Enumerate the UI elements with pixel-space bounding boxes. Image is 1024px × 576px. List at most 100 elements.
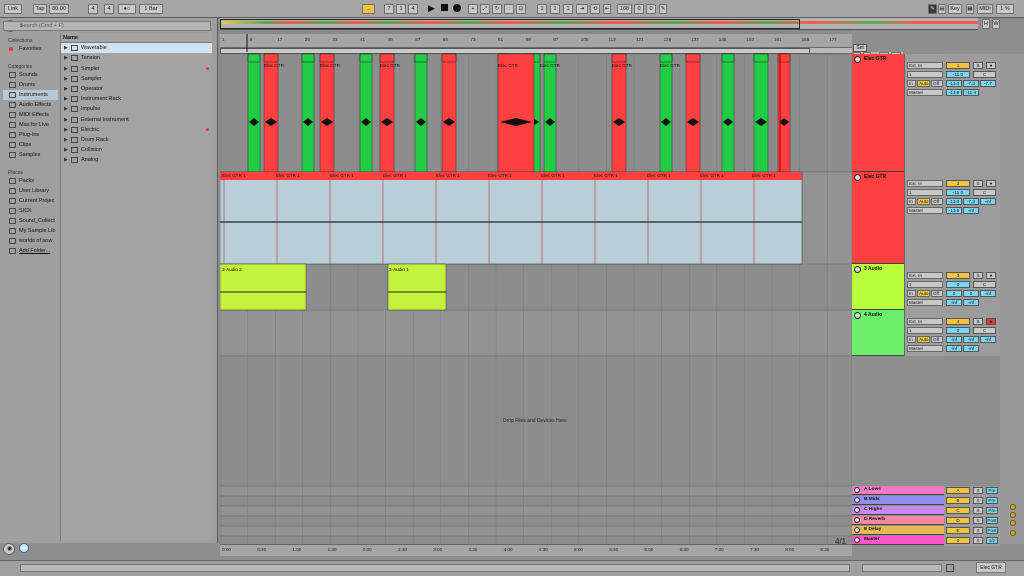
send-d-field[interactable]: -13.6 (946, 207, 962, 214)
list-item[interactable]: ▶ Simpler (61, 64, 212, 74)
arrangement-canvas[interactable] (220, 34, 852, 544)
output-select[interactable]: Master (907, 345, 943, 352)
solo-button[interactable]: S (973, 62, 983, 69)
solo-button[interactable]: S (973, 180, 983, 187)
volume-field[interactable]: 0 (946, 327, 970, 334)
send-mode-button[interactable]: Pre (986, 487, 998, 494)
send-b-field[interactable]: -7.3 (963, 198, 979, 205)
track-header[interactable]: Elec GTR (852, 172, 904, 264)
return-track-header[interactable]: Master (852, 536, 944, 545)
place-current-project[interactable]: Current Projec (3, 196, 58, 206)
loop-button[interactable]: ⟲ (590, 4, 600, 14)
input-channel-select[interactable]: 1 (907, 71, 943, 78)
track-activator-button[interactable]: 4 (946, 318, 970, 325)
send-d-field[interactable]: -inf (946, 345, 962, 352)
solo-button[interactable]: S (973, 318, 983, 325)
solo-button[interactable]: S (973, 272, 983, 279)
monitor-auto-button[interactable]: Auto (917, 198, 930, 205)
list-item[interactable]: ▶ Tension (61, 53, 212, 63)
track-header[interactable]: 4 Audio (852, 310, 904, 356)
input-channel-select[interactable]: 1 (907, 189, 943, 196)
monitor-auto-button[interactable]: Auto (917, 336, 930, 343)
send-mode-button[interactable]: Post (986, 517, 998, 524)
automation-arm-button[interactable]: ⤢ (480, 4, 490, 14)
input-type-select[interactable]: Ext. In (907, 318, 943, 325)
solo-button[interactable]: S (973, 527, 983, 534)
info-toggle-button[interactable]: ◉ (3, 543, 15, 555)
category-max-for-live[interactable]: Max for Live (3, 120, 58, 130)
signature-numerator[interactable]: 4 (88, 4, 98, 14)
send-a-field[interactable]: 0 (946, 290, 962, 297)
return-activator-button[interactable]: 0 (946, 537, 970, 544)
send-c-field[interactable]: -inf (980, 336, 996, 343)
send-e-field[interactable]: -inf (963, 345, 979, 352)
return-activator-button[interactable]: A (946, 487, 970, 494)
collection-favorites[interactable]: Favorites (3, 44, 58, 54)
arm-button[interactable]: ● (986, 180, 996, 187)
list-item[interactable]: ▶ Electric (61, 125, 212, 135)
monitor-off-button[interactable]: Off (931, 80, 943, 87)
set-button[interactable]: Set (853, 44, 867, 52)
tempo-field[interactable]: 80.00 (49, 4, 69, 14)
arm-button[interactable]: ● (986, 62, 996, 69)
monitor-off-button[interactable]: Off (931, 336, 943, 343)
volume-field[interactable]: -11.0 (946, 189, 970, 196)
track-activator-icon[interactable] (854, 527, 860, 533)
input-channel-select[interactable]: 1 (907, 327, 943, 334)
return-track-header[interactable]: B Mids (852, 496, 944, 505)
return-track-header[interactable]: C Highs (852, 506, 944, 515)
return-activator-button[interactable]: B (946, 497, 970, 504)
send-d-field[interactable]: -13.8 (946, 89, 962, 96)
device-view-icon[interactable] (946, 564, 954, 572)
return-toggle-icon[interactable] (1010, 512, 1016, 518)
time-ruler[interactable]: 0:00 0:30 1:00 1:30 2:00 2:30 3:00 3:30 4:00 4:30… (220, 544, 852, 556)
send-mode-button[interactable]: Pre (986, 497, 998, 504)
loop-start-bar[interactable]: 1 (537, 4, 547, 14)
volume-field[interactable]: 0 (946, 281, 970, 288)
list-item[interactable]: ▶ Collision (61, 145, 212, 155)
monitor-in-button[interactable]: In (907, 198, 916, 205)
capture-button[interactable]: ◌ (504, 4, 514, 14)
send-e-field[interactable]: -inf (963, 207, 979, 214)
return-toggle-icon[interactable] (1010, 504, 1016, 510)
track-activator-icon[interactable] (854, 517, 860, 523)
track-header[interactable]: Elec GTR (852, 54, 904, 172)
category-midi-effects[interactable]: MIDI Effects (3, 110, 58, 120)
category-plug-ins[interactable]: Plug-Ins (3, 130, 58, 140)
send-a-field[interactable]: -13.0 (946, 80, 962, 87)
session-record-button[interactable]: ⊡ (516, 4, 526, 14)
track-activator-icon[interactable] (854, 56, 861, 63)
input-type-select[interactable]: Ext. In (907, 272, 943, 279)
monitor-in-button[interactable]: In (907, 336, 916, 343)
place-user-library[interactable]: User Library (3, 186, 58, 196)
play-icon[interactable]: ▶ (428, 4, 435, 13)
category-drums[interactable]: Drums (3, 80, 58, 90)
loop-start-sixteenth[interactable]: 1 (563, 4, 573, 14)
output-select[interactable]: Master (907, 299, 943, 306)
input-channel-select[interactable]: 1 (907, 281, 943, 288)
list-item[interactable]: ▶ Sampler (61, 74, 212, 84)
loop-start-beat[interactable]: 1 (550, 4, 560, 14)
overview-viewport[interactable] (220, 19, 800, 29)
return-activator-button[interactable]: C (946, 507, 970, 514)
send-mode-button[interactable]: Pre (986, 507, 998, 514)
position-beat[interactable]: 1 (396, 4, 406, 14)
track-activator-icon[interactable] (854, 487, 860, 493)
monitor-auto-button[interactable]: Auto (917, 80, 930, 87)
return-track-header[interactable]: D Reverb (852, 516, 944, 525)
input-type-select[interactable]: Ext. In (907, 180, 943, 187)
key-map-button[interactable]: Key (948, 4, 962, 14)
quantize-menu[interactable]: 1 Bar (139, 4, 163, 14)
arrangement-overview[interactable]: H W (220, 18, 1000, 30)
send-c-field[interactable]: -inf (980, 198, 996, 205)
draw-toggle[interactable]: ✎ (928, 4, 937, 14)
list-item[interactable]: ▶ External Instrument (61, 115, 212, 125)
place-sound-collect[interactable]: Sound_Collect (3, 216, 58, 226)
overview-h-button[interactable]: H (982, 19, 990, 29)
follow-button[interactable]: → (362, 4, 375, 14)
volume-field[interactable]: -11.0 (946, 71, 970, 78)
hot-swap-icon[interactable] (19, 543, 29, 553)
send-e-field[interactable]: -inf (963, 299, 979, 306)
solo-button[interactable]: S (973, 497, 983, 504)
add-folder-link[interactable]: Add Folder... (3, 246, 58, 256)
